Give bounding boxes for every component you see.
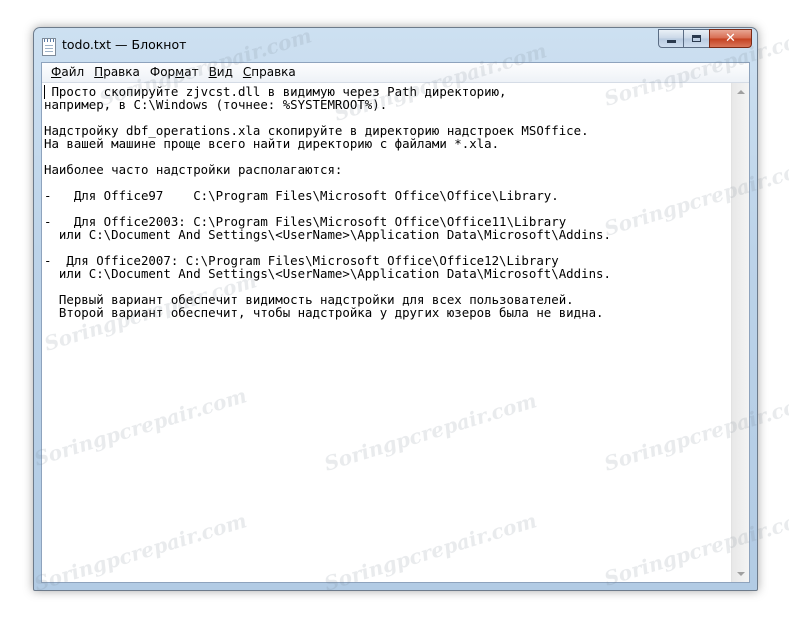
- maximize-button[interactable]: [684, 29, 709, 48]
- text-line: Наиболее часто надстройки располагаются:: [44, 162, 343, 177]
- scroll-up-button[interactable]: [732, 83, 749, 100]
- minimize-button[interactable]: [658, 29, 684, 48]
- text-line: На вашей машине проще всего найти директ…: [44, 136, 500, 151]
- text-line: или C:\Document And Settings\<UserName>\…: [44, 266, 611, 281]
- text-line: или C:\Document And Settings\<UserName>\…: [44, 227, 611, 242]
- menu-file[interactable]: Файл: [46, 63, 89, 82]
- text-caret: [44, 85, 45, 99]
- text-line: - Для Office97 C:\Program Files\Microsof…: [44, 188, 559, 203]
- menu-bar: Файл Правка Формат Вид Справка: [42, 63, 749, 83]
- menu-edit[interactable]: Правка: [89, 63, 145, 82]
- close-button[interactable]: ✕: [709, 29, 752, 48]
- caption-buttons: ✕: [658, 29, 752, 49]
- text-editor[interactable]: Просто скопируйте zjvcst.dll в видимую ч…: [42, 83, 732, 582]
- minimize-icon: [666, 40, 676, 43]
- editor-content: Просто скопируйте zjvcst.dll в видимую ч…: [44, 85, 732, 319]
- menu-help[interactable]: Справка: [238, 63, 301, 82]
- notepad-window: todo.txt — Блокнот ✕ Файл Правка Формат …: [33, 27, 758, 591]
- vertical-scrollbar[interactable]: [731, 83, 749, 582]
- maximize-icon: [692, 35, 701, 42]
- arrow-down-icon: [736, 571, 745, 576]
- scroll-down-button[interactable]: [732, 565, 749, 582]
- title-bar[interactable]: todo.txt — Блокнот ✕: [34, 28, 757, 62]
- text-line: Второй вариант обеспечит, чтобы надстрой…: [44, 305, 604, 320]
- window-title: todo.txt — Блокнот: [62, 37, 187, 52]
- client-area: Файл Правка Формат Вид Справка Просто ск…: [41, 62, 750, 583]
- menu-view[interactable]: Вид: [204, 63, 238, 82]
- close-icon: ✕: [725, 31, 736, 46]
- menu-format[interactable]: Формат: [145, 63, 204, 82]
- arrow-up-icon: [736, 89, 745, 94]
- text-line: например, в C:\Windows (точнее: %SYSTEMR…: [44, 97, 388, 112]
- notepad-icon: [42, 38, 56, 56]
